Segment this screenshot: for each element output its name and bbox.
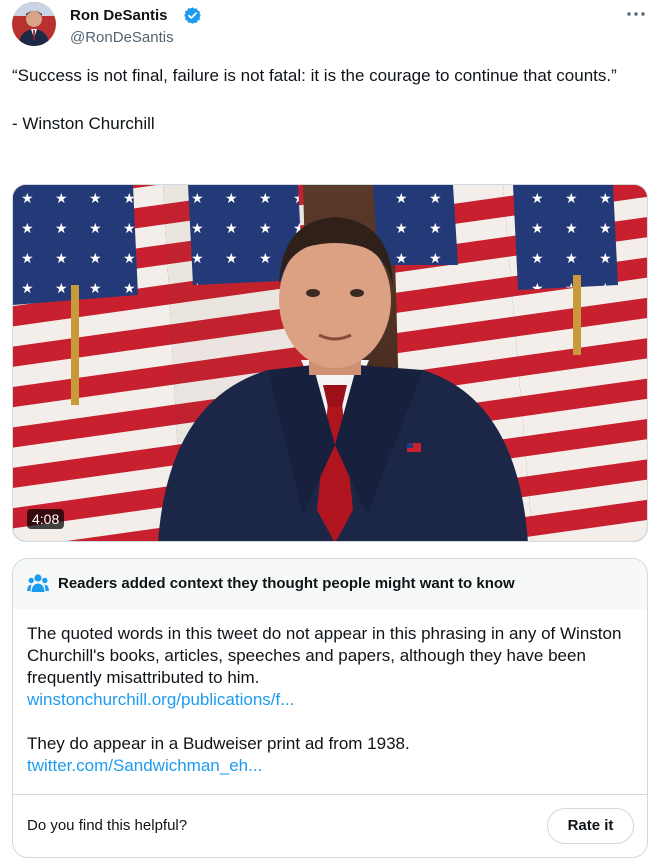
community-note-footer: Do you find this helpful? Rate it: [13, 794, 647, 857]
note-paragraph: They do appear in a Budweiser print ad f…: [27, 734, 410, 753]
handle[interactable]: @RonDeSantis: [70, 29, 174, 46]
community-note: Readers added context they thought peopl…: [12, 558, 648, 858]
avatar[interactable]: [12, 2, 56, 46]
note-source-link[interactable]: winstonchurchill.org/publications/f...: [27, 689, 637, 711]
community-note-header: Readers added context they thought peopl…: [13, 559, 647, 609]
video-thumbnail: ★: [13, 185, 647, 541]
more-options-icon[interactable]: [624, 2, 648, 26]
video-duration: 4:08: [27, 509, 65, 529]
people-icon: [27, 573, 49, 593]
note-paragraph: The quoted words in this tweet do not ap…: [27, 624, 622, 687]
community-note-body: The quoted words in this tweet do not ap…: [27, 623, 637, 777]
note-source-link[interactable]: twitter.com/Sandwichman_eh...: [27, 755, 637, 777]
community-note-title: Readers added context they thought peopl…: [58, 575, 515, 592]
verified-badge-icon: [183, 6, 202, 25]
display-name[interactable]: Ron DeSantis: [70, 7, 168, 24]
tweet-header: Ron DeSantis @RonDeSantis: [12, 2, 648, 48]
rate-it-button[interactable]: Rate it: [547, 808, 634, 844]
helpful-question: Do you find this helpful?: [27, 817, 188, 834]
video-player[interactable]: ★ 4:08: [12, 184, 648, 542]
tweet-text: “Success is not final, failure is not fa…: [12, 66, 617, 133]
